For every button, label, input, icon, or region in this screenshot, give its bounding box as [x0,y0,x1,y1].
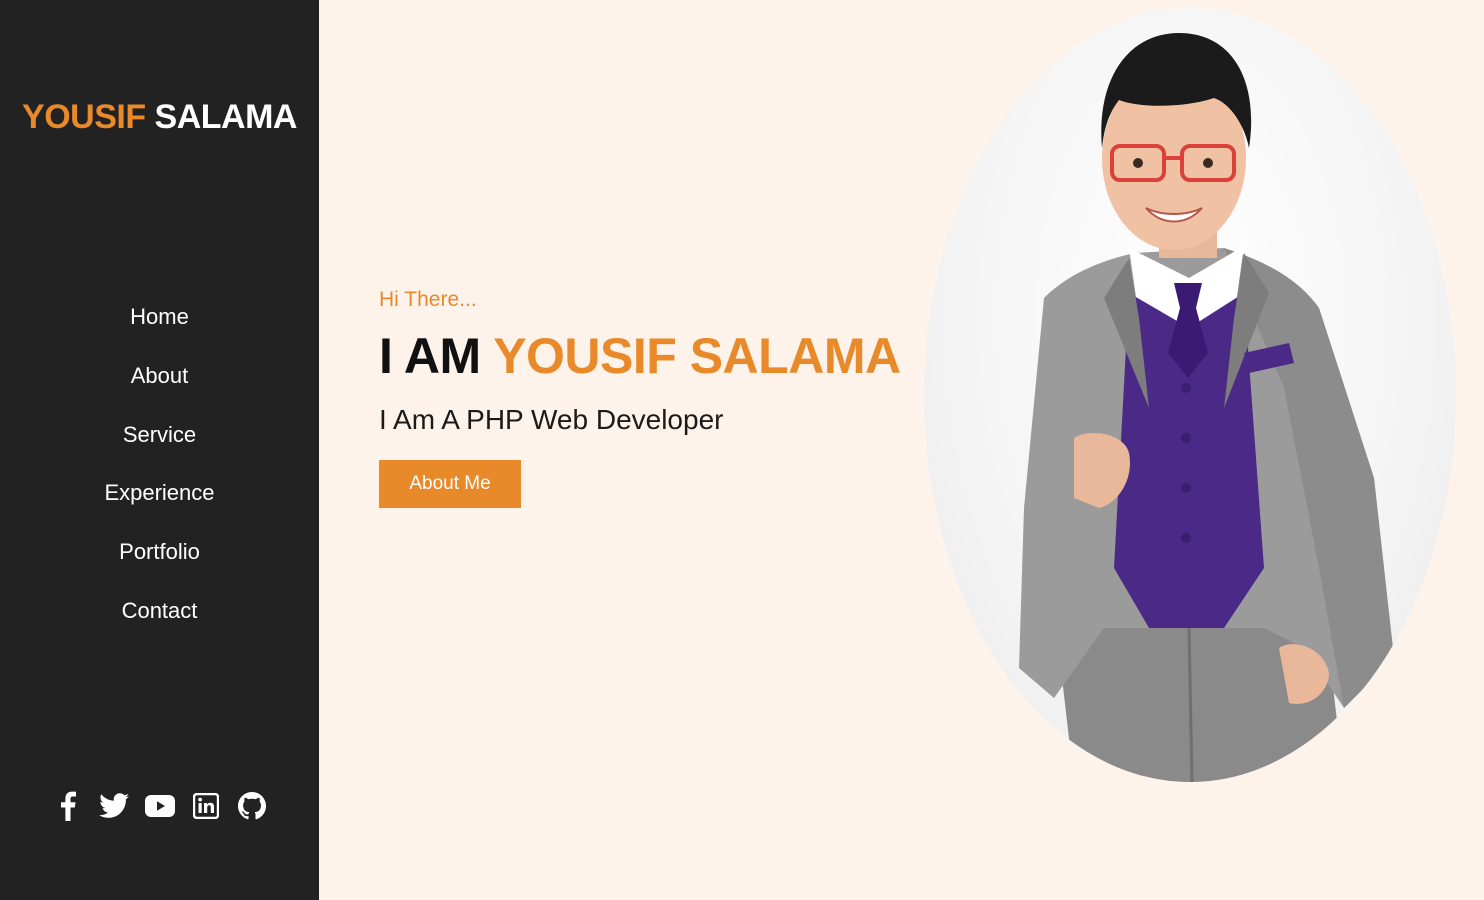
site-logo[interactable]: YOUSIF SALAMA [0,98,319,137]
hero-headline: I AM YOUSIF SALAMA [379,326,901,386]
social-links [0,790,319,822]
nav-item-contact: Contact [0,594,319,653]
nav-item-experience: Experience [0,476,319,535]
hero-greeting: Hi There... [379,288,477,311]
linkedin-icon[interactable] [190,790,222,822]
nav-link-service[interactable]: Service [123,422,196,447]
nav-link-about[interactable]: About [131,363,189,388]
logo-first-name: YOUSIF [22,98,146,136]
nav-item-portfolio: Portfolio [0,535,319,594]
youtube-icon[interactable] [144,790,176,822]
headline-name: YOUSIF SALAMA [493,328,901,384]
nav-item-service: Service [0,418,319,477]
nav-item-about: About [0,359,319,418]
hero-subtitle: I Am A PHP Web Developer [379,404,724,435]
main-nav: Home About Service Experience Portfolio … [0,300,319,653]
page: YOUSIF SALAMA Home About Service Experie… [0,0,1484,900]
nav-item-home: Home [0,300,319,359]
profile-photo [924,8,1456,782]
headline-prefix: I AM [379,328,481,384]
nav-link-home[interactable]: Home [130,304,189,329]
nav-link-portfolio[interactable]: Portfolio [119,539,200,564]
facebook-icon[interactable] [52,790,84,822]
profile-photo-illustration [1019,33,1394,782]
about-me-button[interactable]: About Me [379,460,521,508]
github-icon[interactable] [236,790,268,822]
hero-section: Hi There... I AM YOUSIF SALAMA I Am A PH… [379,286,901,508]
logo-last-name: SALAMA [154,98,298,136]
nav-link-experience[interactable]: Experience [104,480,214,505]
twitter-icon[interactable] [98,790,130,822]
nav-link-contact[interactable]: Contact [122,598,198,623]
sidebar: YOUSIF SALAMA Home About Service Experie… [0,0,319,900]
